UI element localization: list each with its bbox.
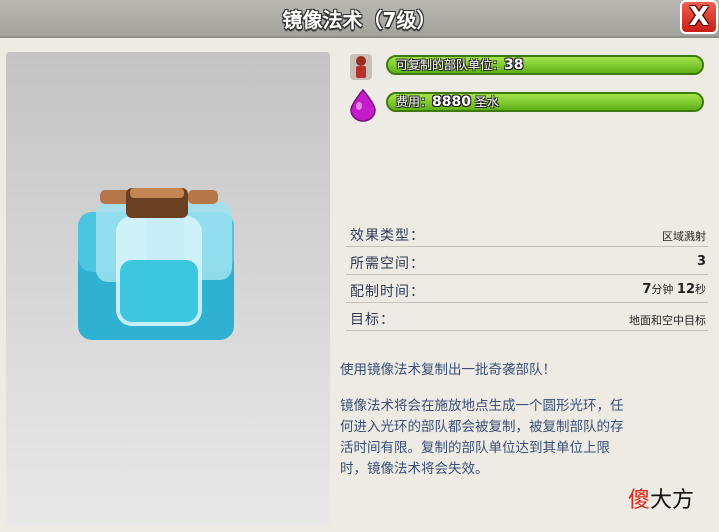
- info-row-housing-space: 所需空间： 3: [346, 252, 708, 275]
- info-label: 效果类型：: [350, 228, 425, 244]
- description-line: 时，镜像法术将会失效。: [340, 461, 489, 477]
- troop-capacity-text: 可复制的部队单位：38: [396, 57, 524, 73]
- close-icon: X: [688, 2, 710, 32]
- clone-spell-icon: [78, 188, 234, 340]
- info-value: 区域溅射: [662, 230, 706, 243]
- spell-preview-panel: [6, 52, 330, 526]
- info-row-effect-type: 效果类型： 区域溅射: [346, 224, 708, 247]
- cost-text: 费用：8880 圣水: [396, 94, 499, 110]
- description-line: 何进入光环的部队都会被复制，被复制部队的存: [340, 419, 624, 435]
- troop-icon: [350, 54, 372, 80]
- description-body: 镜像法术将会在施放地点生成一个圆形光环，任 何进入光环的部队都会被复制，被复制部…: [340, 396, 680, 480]
- info-label: 目标：: [350, 312, 395, 328]
- troop-capacity-bar: 可复制的部队单位：38: [386, 55, 704, 75]
- info-row-brew-time: 配制时间： 7分钟 12秒: [346, 280, 708, 303]
- elixir-icon: [350, 88, 376, 122]
- info-value: 7分钟 12秒: [642, 282, 706, 297]
- title-bar: 镜像法术（7级）: [0, 0, 719, 38]
- info-row-targets: 目标： 地面和空中目标: [346, 308, 708, 331]
- info-label: 所需空间：: [350, 256, 425, 272]
- info-label: 配制时间：: [350, 284, 425, 300]
- window-title: 镜像法术（7级）: [282, 8, 437, 32]
- info-value: 3: [696, 254, 706, 269]
- description-tagline: 使用镜像法术复制出一批奇袭部队！: [340, 362, 556, 378]
- info-value: 地面和空中目标: [629, 314, 706, 327]
- description-line: 镜像法术将会在施放地点生成一个圆形光环，任: [340, 398, 624, 414]
- description-line: 活时间有限。复制的部队单位达到其单位上限: [340, 440, 610, 456]
- close-button[interactable]: X: [680, 0, 718, 34]
- watermark: 傻大方: [628, 488, 695, 513]
- cost-bar: 费用：8880 圣水: [386, 92, 704, 112]
